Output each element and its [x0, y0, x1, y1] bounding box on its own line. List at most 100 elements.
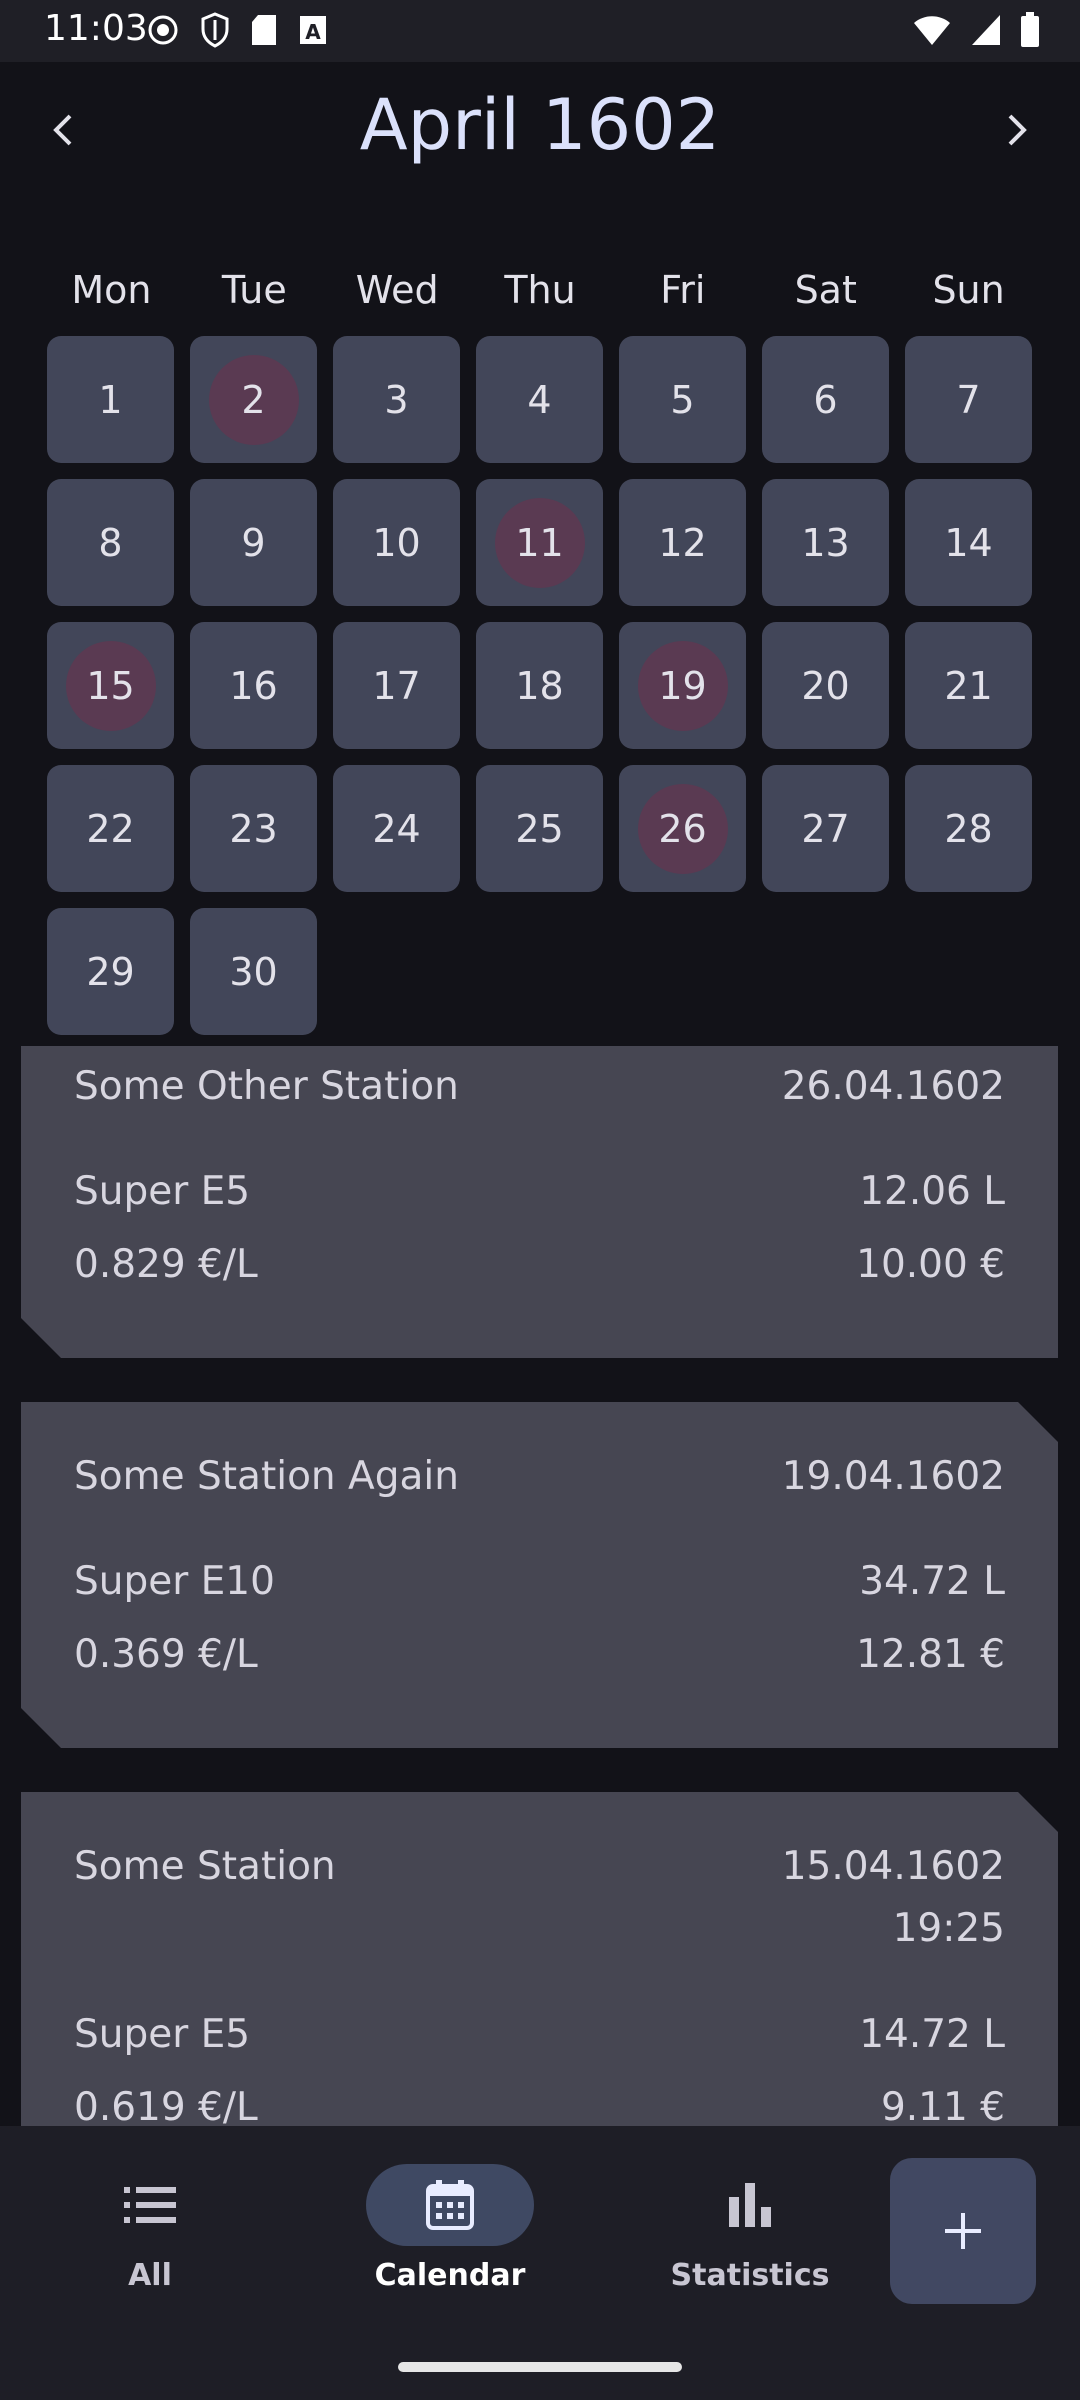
fuel-type: Super E5 [74, 1169, 251, 1214]
day-number: 22 [86, 806, 135, 851]
calendar-day[interactable]: 20 [762, 622, 889, 749]
weekday-label: Tue [221, 268, 287, 312]
station-name: Some Station Again [74, 1454, 459, 1499]
day-number: 18 [515, 663, 564, 708]
plus-icon [945, 2213, 981, 2249]
day-number: 19 [658, 663, 707, 708]
calendar-day[interactable]: 5 [619, 336, 746, 463]
day-number: 5 [670, 377, 695, 422]
day-number: 10 [372, 520, 421, 565]
fuel-liters: 14.72 L [859, 2012, 1005, 2057]
signal-icon [972, 15, 1000, 45]
calendar-day[interactable]: 12 [619, 479, 746, 606]
calendar-day[interactable]: 28 [905, 765, 1032, 892]
calendar-day[interactable]: 22 [47, 765, 174, 892]
wifi-icon [914, 16, 950, 45]
fuel-type: Super E10 [74, 1559, 275, 1604]
entry-date: 19.04.1602 [781, 1454, 1005, 1499]
calendar-day[interactable]: 13 [762, 479, 889, 606]
entry-card[interactable]: Some Station Again 19.04.1602 Super E10 … [21, 1402, 1058, 1748]
fuel-liters: 34.72 L [859, 1559, 1005, 1604]
entry-date: 15.04.1602 [781, 1844, 1005, 1889]
next-month-button[interactable] [986, 100, 1046, 160]
day-number: 23 [229, 806, 278, 851]
calendar-day[interactable]: 17 [333, 622, 460, 749]
day-number: 17 [372, 663, 421, 708]
total-cost: 9.11 € [880, 2085, 1005, 2126]
fuel-type: Super E5 [74, 2012, 251, 2057]
day-number: 13 [801, 520, 850, 565]
day-number: 27 [801, 806, 850, 851]
weekday-label: Sun [932, 268, 1005, 312]
day-number: 16 [229, 663, 278, 708]
price-per-liter: 0.619 €/L [74, 2085, 258, 2126]
day-number: 11 [515, 520, 564, 565]
calendar-day[interactable]: 27 [762, 765, 889, 892]
fuel-liters: 12.06 L [859, 1169, 1005, 1214]
calendar-icon [426, 2180, 474, 2230]
day-number: 30 [229, 949, 278, 994]
calendar-day[interactable]: 29 [47, 908, 174, 1035]
nav-statistics[interactable]: Statistics [620, 2164, 880, 2293]
bar-chart-icon [729, 2183, 771, 2227]
calendar-day[interactable]: 1 [47, 336, 174, 463]
day-number: 15 [86, 663, 135, 708]
calendar-day[interactable]: 2 [190, 336, 317, 463]
day-number: 4 [527, 377, 552, 422]
day-number: 3 [384, 377, 409, 422]
calendar-day[interactable]: 11 [476, 479, 603, 606]
weekday-label: Sat [794, 268, 857, 312]
entry-time: 19:25 [892, 1906, 1005, 1951]
calendar-day[interactable]: 19 [619, 622, 746, 749]
nav-pill [666, 2164, 834, 2246]
day-number: 2 [241, 377, 266, 422]
calendar-day[interactable]: 14 [905, 479, 1032, 606]
entry-date: 26.04.1602 [781, 1064, 1005, 1109]
add-entry-button[interactable] [890, 2158, 1036, 2304]
calendar-day[interactable]: 26 [619, 765, 746, 892]
status-bar: 11:03 A [0, 0, 1080, 62]
day-number: 25 [515, 806, 564, 851]
calendar-day[interactable]: 3 [333, 336, 460, 463]
day-number: 1 [98, 377, 123, 422]
calendar-day[interactable]: 8 [47, 479, 174, 606]
day-number: 14 [944, 520, 993, 565]
calendar-day[interactable]: 23 [190, 765, 317, 892]
nav-calendar[interactable]: Calendar [320, 2164, 580, 2293]
calendar-day[interactable]: 24 [333, 765, 460, 892]
calendar-day[interactable]: 9 [190, 479, 317, 606]
nav-all[interactable]: All [20, 2164, 280, 2293]
nav-label: Calendar [374, 2258, 526, 2293]
calendar-day[interactable]: 16 [190, 622, 317, 749]
calendar-day[interactable]: 18 [476, 622, 603, 749]
svg-text:A: A [305, 20, 321, 44]
calendar-day[interactable]: 6 [762, 336, 889, 463]
price-per-liter: 0.829 €/L [74, 1242, 258, 1287]
day-number: 29 [86, 949, 135, 994]
calendar-day[interactable]: 7 [905, 336, 1032, 463]
sd-card-icon [252, 15, 276, 45]
price-per-liter: 0.369 €/L [74, 1632, 258, 1677]
day-number: 6 [813, 377, 838, 422]
calendar-day[interactable]: 4 [476, 336, 603, 463]
day-number: 21 [944, 663, 993, 708]
weekday-header: Mon Tue Wed Thu Fri Sat Sun [40, 268, 1040, 312]
shield-icon [201, 12, 229, 48]
calendar-day[interactable]: 21 [905, 622, 1032, 749]
status-icons-right [912, 12, 1040, 48]
total-cost: 10.00 € [856, 1242, 1005, 1287]
calendar-day[interactable]: 10 [333, 479, 460, 606]
nav-label: Statistics [670, 2258, 830, 2293]
total-cost: 12.81 € [856, 1632, 1005, 1677]
entry-card[interactable]: Some Other Station 26.04.1602 Super E5 1… [21, 1046, 1058, 1358]
month-title: April 1602 [359, 84, 721, 166]
day-number: 28 [944, 806, 993, 851]
calendar-day[interactable]: 15 [47, 622, 174, 749]
calendar-day[interactable]: 30 [190, 908, 317, 1035]
weekday-label: Mon [71, 268, 152, 312]
entry-card[interactable]: Some Station 15.04.1602 19:25 Super E5 1… [21, 1792, 1058, 2126]
status-icons-left: A [146, 12, 328, 48]
font-icon: A [300, 16, 326, 44]
battery-icon [1021, 12, 1039, 47]
calendar-day[interactable]: 25 [476, 765, 603, 892]
